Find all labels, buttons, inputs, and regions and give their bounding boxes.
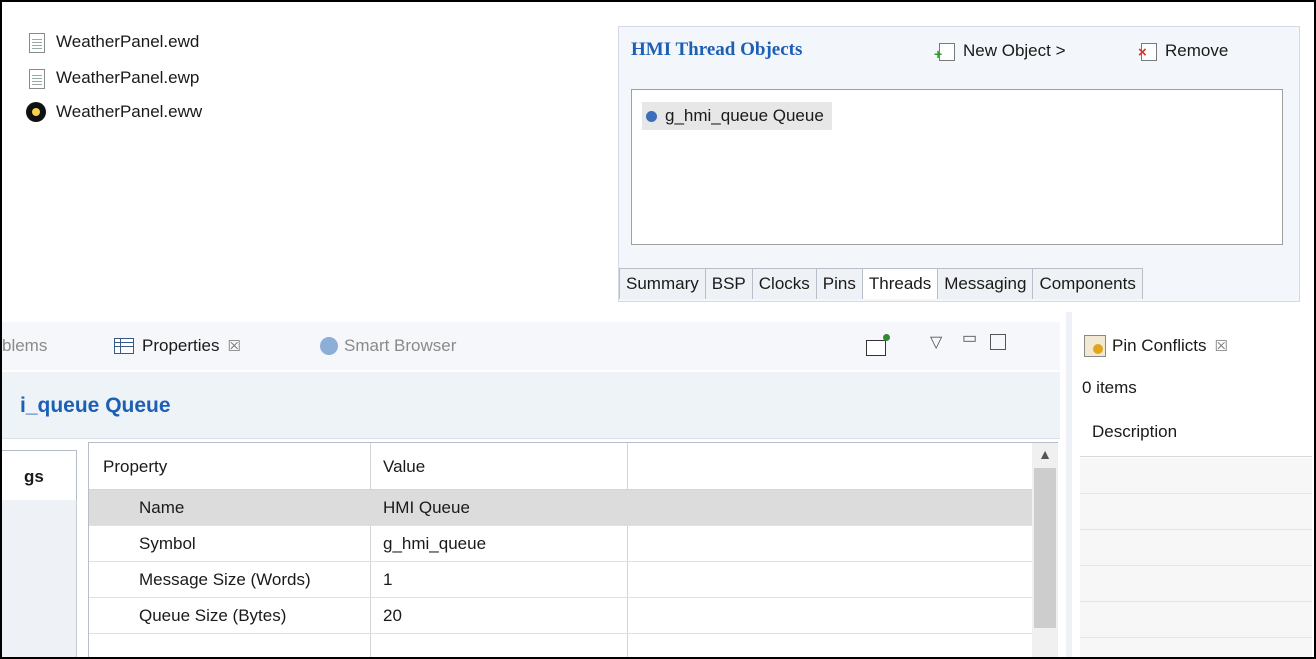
file-name: WeatherPanel.ewp	[56, 68, 200, 87]
properties-header: i_queue Queue	[2, 372, 1060, 439]
property-cell: Message Size (Words)	[139, 570, 311, 589]
tab-properties[interactable]: Properties ☒	[114, 322, 241, 370]
list-item[interactable]: g_hmi_queue Queue	[642, 102, 832, 130]
remove-icon	[1138, 42, 1157, 61]
close-icon[interactable]: ☒	[227, 337, 240, 355]
tab-components[interactable]: Components	[1032, 268, 1143, 299]
tab-threads[interactable]: Threads	[861, 268, 939, 299]
list-item	[1080, 566, 1312, 602]
column-header-value[interactable]: Value	[383, 449, 425, 484]
items-count: 0 items	[1082, 378, 1137, 397]
side-tab-strip	[2, 500, 77, 657]
file-item-eww[interactable]: WeatherPanel.eww	[26, 100, 202, 124]
new-object-label: New Object >	[963, 41, 1066, 60]
queue-icon	[646, 110, 657, 122]
tab-label: Pin Conflicts	[1112, 336, 1207, 355]
properties-table: Property Value Name HMI Queue Symbol g_h…	[88, 442, 1034, 657]
list-item	[1080, 530, 1312, 566]
property-cell: Symbol	[139, 534, 196, 553]
properties-icon	[114, 338, 134, 354]
tab-messaging[interactable]: Messaging	[937, 268, 1034, 299]
column-label: Description	[1092, 422, 1178, 441]
table-row[interactable]: Name HMI Queue	[89, 490, 1033, 526]
view-menu-icon[interactable]: ▽	[930, 332, 942, 352]
globe-icon	[320, 337, 338, 355]
minimize-icon[interactable]: ▭	[962, 328, 977, 348]
side-tab-label: gs	[24, 467, 44, 486]
column-header-description[interactable]: Description	[1080, 408, 1312, 457]
object-label: g_hmi_queue Queue	[665, 106, 824, 125]
remove-button[interactable]: Remove	[1138, 41, 1229, 61]
panel-title: HMI Thread Objects	[631, 39, 803, 60]
table-header: Property Value	[89, 443, 1033, 490]
table-row[interactable]: Symbol g_hmi_queue	[89, 526, 1033, 562]
tab-pins[interactable]: Pins	[815, 268, 863, 299]
document-icon	[26, 68, 46, 89]
list-item	[1080, 494, 1312, 530]
tab-bsp[interactable]: BSP	[704, 268, 753, 299]
list-item	[1080, 602, 1312, 638]
tab-clocks[interactable]: Clocks	[751, 268, 817, 299]
scroll-up-icon[interactable]: ▲	[1034, 446, 1056, 462]
file-item-ewp[interactable]: WeatherPanel.ewp	[26, 66, 199, 90]
value-cell[interactable]: HMI Queue	[383, 490, 470, 525]
pin-conflicts-list	[1080, 458, 1312, 657]
new-object-button[interactable]: New Object >	[934, 41, 1066, 62]
workspace-icon	[26, 102, 46, 122]
tab-summary[interactable]: Summary	[619, 268, 706, 299]
app-window: WeatherPanel.ewd WeatherPanel.ewp Weathe…	[0, 0, 1316, 659]
tab-smart-browser[interactable]: Smart Browser	[320, 322, 456, 370]
pin-conflicts-icon	[1084, 335, 1106, 357]
scrollbar-thumb[interactable]	[1034, 468, 1056, 628]
value-cell[interactable]: 20	[383, 598, 402, 633]
tab-label: Smart Browser	[344, 336, 457, 355]
table-row[interactable]: Message Size (Words) 1	[89, 562, 1033, 598]
list-item	[1080, 458, 1312, 494]
value-cell[interactable]: 1	[383, 562, 392, 597]
column-header-property[interactable]: Property	[103, 449, 167, 484]
view-divider[interactable]	[1066, 312, 1072, 657]
table-row[interactable]: Queue Size (Bytes) 20	[89, 598, 1033, 634]
close-icon[interactable]: ☒	[1214, 337, 1227, 355]
maximize-icon[interactable]	[990, 334, 1006, 350]
config-tabs: Summary BSP Clocks Pins Threads Messagin…	[619, 268, 1143, 299]
file-name: WeatherPanel.eww	[56, 102, 203, 121]
properties-view-tabbar: blems Properties ☒ Smart Browser ▽ ▭	[2, 322, 1060, 370]
remove-label: Remove	[1165, 41, 1229, 60]
tab-label: blems	[2, 336, 48, 355]
value-cell[interactable]: g_hmi_queue	[383, 526, 486, 561]
tab-label: Properties	[142, 336, 220, 355]
tab-problems[interactable]: blems	[2, 322, 47, 370]
object-list[interactable]: g_hmi_queue Queue	[631, 89, 1283, 245]
side-tab-settings[interactable]: gs	[2, 450, 77, 502]
new-object-icon	[934, 42, 955, 62]
property-cell: Queue Size (Bytes)	[139, 606, 287, 625]
tab-pin-conflicts[interactable]: Pin Conflicts ☒	[1074, 322, 1228, 370]
file-item-ewd[interactable]: WeatherPanel.ewd	[26, 30, 199, 54]
file-name: WeatherPanel.ewd	[56, 32, 200, 51]
pin-view-icon[interactable]	[866, 334, 890, 356]
properties-title: i_queue Queue	[20, 394, 171, 417]
document-icon	[26, 32, 46, 53]
property-cell: Name	[139, 498, 185, 517]
thread-objects-panel: HMI Thread Objects New Object > Remove g…	[618, 26, 1300, 302]
